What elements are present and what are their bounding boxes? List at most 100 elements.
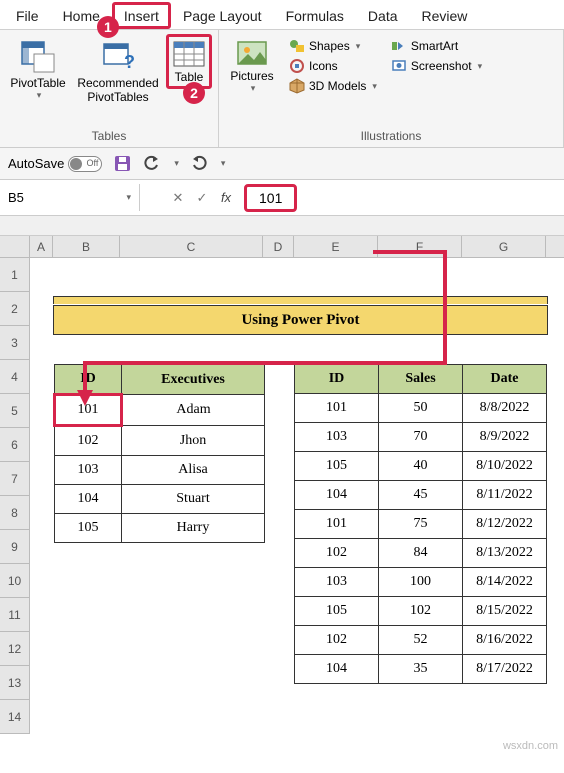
row-header[interactable]: 14	[0, 700, 30, 734]
row-header[interactable]: 11	[0, 598, 30, 632]
cell[interactable]: 105	[295, 597, 379, 626]
table-icon	[173, 39, 205, 69]
row-header[interactable]: 6	[0, 428, 30, 462]
cell[interactable]: 105	[295, 452, 379, 481]
col-header[interactable]: G	[462, 236, 546, 257]
cell[interactable]: 50	[379, 394, 463, 423]
cell[interactable]: 102	[295, 626, 379, 655]
table-button[interactable]: Table 2	[166, 34, 212, 89]
cell[interactable]: 104	[295, 655, 379, 684]
shapes-button[interactable]: Shapes▾	[285, 36, 381, 56]
screenshot-button[interactable]: Screenshot▾	[387, 56, 486, 76]
watermark: wsxdn.com	[503, 740, 558, 752]
row-header[interactable]: 5	[0, 394, 30, 428]
cell[interactable]: 84	[379, 539, 463, 568]
row-header[interactable]: 4	[0, 360, 30, 394]
toggle-switch[interactable]	[68, 156, 102, 172]
chevron-down-icon[interactable]: ▾	[174, 158, 179, 169]
header-id[interactable]: ID	[55, 365, 122, 395]
row-header[interactable]: 12	[0, 632, 30, 666]
tab-data[interactable]: Data	[356, 2, 410, 29]
cell[interactable]: 8/11/2022	[463, 481, 547, 510]
3d-models-button[interactable]: 3D Models▾	[285, 76, 381, 96]
name-box[interactable]: B5 ▾	[0, 184, 140, 211]
worksheet[interactable]: A B C D E F G 1 2 3 4 5 6 7 8 9 10 11 12…	[0, 236, 564, 758]
row-header[interactable]: 7	[0, 462, 30, 496]
cell[interactable]: Jhon	[122, 426, 265, 456]
cell[interactable]: 101	[295, 394, 379, 423]
smartart-button[interactable]: SmartArt	[387, 36, 486, 56]
col-header[interactable]: C	[120, 236, 263, 257]
cell[interactable]: 103	[55, 456, 122, 485]
row-header[interactable]: 8	[0, 496, 30, 530]
undo-button[interactable]	[142, 154, 162, 174]
cell[interactable]: Stuart	[122, 485, 265, 514]
cell[interactable]: 8/15/2022	[463, 597, 547, 626]
cell[interactable]: Adam	[122, 395, 265, 426]
cell[interactable]: Harry	[122, 514, 265, 543]
cell[interactable]: 8/12/2022	[463, 510, 547, 539]
header-date[interactable]: Date	[463, 365, 547, 394]
cell[interactable]: 102	[55, 426, 122, 456]
cell[interactable]: 52	[379, 626, 463, 655]
cell[interactable]: 104	[55, 485, 122, 514]
cell[interactable]: 102	[295, 539, 379, 568]
tab-page-layout[interactable]: Page Layout	[171, 2, 274, 29]
table-row: 1031008/14/2022	[295, 568, 547, 597]
cell[interactable]: 75	[379, 510, 463, 539]
cell[interactable]: Alisa	[122, 456, 265, 485]
cell-selected[interactable]: 101	[55, 395, 122, 426]
table-row: 101508/8/2022	[295, 394, 547, 423]
autosave-toggle[interactable]: AutoSave	[8, 156, 102, 172]
row-header[interactable]: 1	[0, 258, 30, 292]
select-all-corner[interactable]	[0, 236, 30, 257]
cell[interactable]: 8/14/2022	[463, 568, 547, 597]
fx-button[interactable]: fx	[214, 190, 238, 205]
cancel-button[interactable]: ✕	[166, 190, 190, 206]
cell[interactable]: 102	[379, 597, 463, 626]
table-row: 105Harry	[55, 514, 265, 543]
recommended-pivottables-button[interactable]: ? Recommended PivotTables	[72, 34, 164, 105]
cell[interactable]: 105	[55, 514, 122, 543]
cell[interactable]: 70	[379, 423, 463, 452]
row-header[interactable]: 3	[0, 326, 30, 360]
formula-input[interactable]: 101	[244, 184, 297, 212]
cell[interactable]: 35	[379, 655, 463, 684]
tab-file[interactable]: File	[4, 2, 51, 29]
pivottable-button[interactable]: PivotTable ▾	[6, 34, 70, 101]
row-header[interactable]: 9	[0, 530, 30, 564]
chevron-down-icon[interactable]: ▾	[221, 158, 226, 169]
col-header[interactable]: E	[294, 236, 378, 257]
enter-button[interactable]: ✓	[190, 190, 214, 206]
cell[interactable]: 101	[295, 510, 379, 539]
tab-formulas[interactable]: Formulas	[274, 2, 356, 29]
cell[interactable]: 8/8/2022	[463, 394, 547, 423]
cell[interactable]: 8/17/2022	[463, 655, 547, 684]
icons-button[interactable]: Icons	[285, 56, 381, 76]
cell[interactable]: 104	[295, 481, 379, 510]
cell[interactable]: 100	[379, 568, 463, 597]
row-header[interactable]: 2	[0, 292, 30, 326]
cell[interactable]: 45	[379, 481, 463, 510]
col-header[interactable]: A	[30, 236, 53, 257]
cell[interactable]: 8/10/2022	[463, 452, 547, 481]
header-executives[interactable]: Executives	[122, 365, 265, 395]
cell[interactable]: 8/16/2022	[463, 626, 547, 655]
cell[interactable]: 103	[295, 568, 379, 597]
cell[interactable]: 8/9/2022	[463, 423, 547, 452]
cell[interactable]: 8/13/2022	[463, 539, 547, 568]
col-header[interactable]: B	[53, 236, 120, 257]
header-id[interactable]: ID	[295, 365, 379, 394]
save-button[interactable]	[112, 154, 132, 174]
col-header[interactable]: D	[263, 236, 294, 257]
pictures-button[interactable]: Pictures ▾	[225, 34, 279, 94]
header-sales[interactable]: Sales	[379, 365, 463, 394]
row-header[interactable]: 10	[0, 564, 30, 598]
col-header[interactable]: F	[378, 236, 462, 257]
cell[interactable]: 103	[295, 423, 379, 452]
tab-insert[interactable]: Insert 1	[112, 2, 171, 29]
row-header[interactable]: 13	[0, 666, 30, 700]
tab-review[interactable]: Review	[410, 2, 480, 29]
redo-button[interactable]	[189, 154, 209, 174]
cell[interactable]: 40	[379, 452, 463, 481]
